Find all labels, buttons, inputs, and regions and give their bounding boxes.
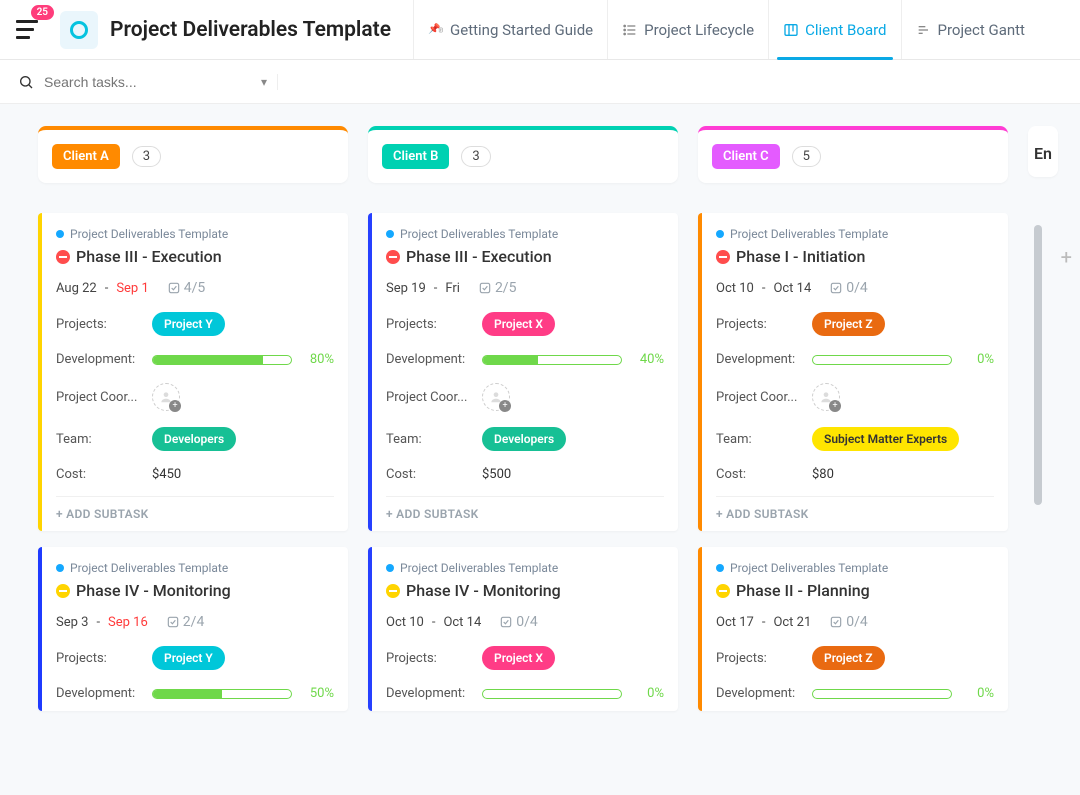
column-pill: Client B <box>382 144 449 169</box>
priority-icon <box>56 250 70 264</box>
project-tag[interactable]: Project Z <box>812 312 885 336</box>
add-column-button[interactable]: + <box>1061 245 1072 269</box>
search-row: ▾ <box>0 60 1080 104</box>
field-label-projects: Projects: <box>56 317 152 332</box>
column-header[interactable]: En <box>1028 126 1058 177</box>
task-title: Phase IV - Monitoring <box>406 581 561 600</box>
column-pill: Client C <box>712 144 780 169</box>
task-title: Phase II - Planning <box>736 581 870 600</box>
search-icon <box>18 74 34 90</box>
status-dot-icon <box>386 230 394 238</box>
priority-icon <box>56 584 70 598</box>
task-card[interactable]: Project Deliverables Template Phase II -… <box>698 547 1008 711</box>
subtask-count: 4/5 <box>167 280 206 296</box>
task-card[interactable]: Project Deliverables Template Phase III … <box>38 213 348 531</box>
chevron-down-icon[interactable]: ▾ <box>261 75 267 89</box>
add-subtask-button[interactable]: + ADD SUBTASK <box>716 496 994 521</box>
column-count: 5 <box>792 146 821 167</box>
column-client-a: Client A 3 Project Deliverables Template… <box>38 126 348 711</box>
field-label-coord: Project Coor... <box>56 390 152 405</box>
progress-fill <box>153 356 263 364</box>
task-card[interactable]: Project Deliverables Template Phase I - … <box>698 213 1008 531</box>
task-template: Project Deliverables Template <box>70 561 228 575</box>
add-subtask-button[interactable]: + ADD SUBTASK <box>386 496 664 521</box>
status-dot-icon <box>716 564 724 572</box>
task-title: Phase III - Execution <box>76 247 222 266</box>
column-extra: En <box>1028 126 1058 711</box>
list-icon <box>622 22 638 38</box>
tab-label: Client Board <box>805 21 886 39</box>
search-input[interactable] <box>44 74 251 90</box>
cost-value: $500 <box>482 467 511 482</box>
cost-value: $450 <box>152 467 181 482</box>
assignee-placeholder[interactable]: + <box>812 383 840 411</box>
assignee-placeholder[interactable]: + <box>152 383 180 411</box>
priority-icon <box>386 584 400 598</box>
project-tag[interactable]: Project Y <box>152 312 225 336</box>
tab-label: Getting Started Guide <box>450 21 593 39</box>
priority-icon <box>386 250 400 264</box>
plus-icon: + <box>169 400 181 412</box>
status-dot-icon <box>56 230 64 238</box>
task-card[interactable]: Project Deliverables Template Phase III … <box>368 213 678 531</box>
top-bar: 25 Project Deliverables Template 📌 Getti… <box>0 0 1080 60</box>
team-tag[interactable]: Subject Matter Experts <box>812 427 959 451</box>
board: Client A 3 Project Deliverables Template… <box>0 104 1080 733</box>
project-tag[interactable]: Project X <box>482 646 555 670</box>
team-tag[interactable]: Developers <box>482 427 566 451</box>
gantt-icon <box>916 22 932 38</box>
project-tag[interactable]: Project X <box>482 312 555 336</box>
menu-button[interactable]: 25 <box>10 13 44 47</box>
search-box[interactable]: ▾ <box>18 74 278 90</box>
assignee-placeholder[interactable]: + <box>482 383 510 411</box>
view-tabs: 📌 Getting Started Guide Project Lifecycl… <box>413 0 1039 59</box>
field-label-team: Team: <box>56 432 152 447</box>
pin-doc-icon: 📌 <box>428 22 444 38</box>
vertical-scrollbar[interactable] <box>1034 225 1042 505</box>
tab-getting-started[interactable]: 📌 Getting Started Guide <box>413 0 607 59</box>
notification-badge: 25 <box>31 5 54 20</box>
progress: 80% <box>152 352 334 367</box>
board-icon <box>783 22 799 38</box>
task-title: Phase III - Execution <box>406 247 552 266</box>
field-label-cost: Cost: <box>56 467 152 482</box>
team-tag[interactable]: Developers <box>152 427 236 451</box>
hamburger-icon <box>16 20 38 39</box>
task-card[interactable]: Project Deliverables Template Phase IV -… <box>368 547 678 711</box>
circle-icon <box>70 21 88 39</box>
status-dot-icon <box>56 564 64 572</box>
field-label-development: Development: <box>56 352 152 367</box>
tab-label: Project Lifecycle <box>644 21 754 39</box>
column-client-b: Client B 3 Project Deliverables Template… <box>368 126 678 711</box>
date-range: Sep 3-Sep 162/4 <box>56 614 334 630</box>
column-client-c: Client C 5 Project Deliverables Template… <box>698 126 1008 711</box>
task-card[interactable]: Project Deliverables Template Phase IV -… <box>38 547 348 711</box>
priority-icon <box>716 584 730 598</box>
column-header[interactable]: Client B 3 <box>368 126 678 183</box>
tab-project-lifecycle[interactable]: Project Lifecycle <box>607 0 768 59</box>
task-title: Phase I - Initiation <box>736 247 865 266</box>
page-title: Project Deliverables Template <box>110 18 391 42</box>
tab-project-gantt[interactable]: Project Gantt <box>901 0 1039 59</box>
cost-value: $80 <box>812 467 834 482</box>
priority-icon <box>716 250 730 264</box>
status-dot-icon <box>716 230 724 238</box>
task-title: Phase IV - Monitoring <box>76 581 231 600</box>
column-header[interactable]: Client C 5 <box>698 126 1008 183</box>
tab-label: Project Gantt <box>938 21 1025 39</box>
app-logo[interactable] <box>60 11 98 49</box>
project-tag[interactable]: Project Y <box>152 646 225 670</box>
project-tag[interactable]: Project Z <box>812 646 885 670</box>
status-dot-icon <box>386 564 394 572</box>
add-subtask-button[interactable]: + ADD SUBTASK <box>56 496 334 521</box>
column-header[interactable]: Client A 3 <box>38 126 348 183</box>
date-range: Aug 22-Sep 14/5 <box>56 280 334 296</box>
column-count: 3 <box>461 146 490 167</box>
column-count: 3 <box>132 146 161 167</box>
task-template: Project Deliverables Template <box>70 227 228 241</box>
column-pill: Client A <box>52 144 120 169</box>
tab-client-board[interactable]: Client Board <box>768 0 900 59</box>
